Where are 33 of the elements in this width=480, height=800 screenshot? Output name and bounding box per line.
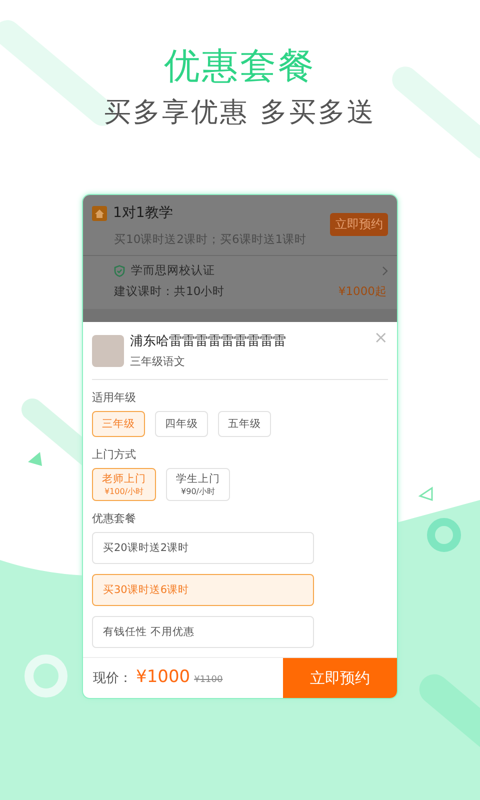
price-label: 现价：: [93, 670, 132, 687]
decorative-triangle: [28, 452, 42, 466]
chevron-icon[interactable]: [382, 266, 388, 276]
package-option[interactable]: 买20课时送2课时: [92, 532, 314, 564]
decorative-ring: [24, 654, 68, 698]
verification-label: 学而思网校认证: [131, 263, 215, 278]
decorative-ring: [427, 518, 461, 552]
section-label: 优惠套餐: [92, 511, 137, 526]
visit-option[interactable]: 学生上门 ¥90/小时: [166, 468, 230, 501]
original-price: ¥1100: [194, 675, 223, 685]
visit-option[interactable]: 老师上门 ¥100/小时: [92, 468, 156, 501]
current-price: ¥1000: [136, 667, 190, 687]
close-button[interactable]: ×: [374, 328, 388, 348]
grade-option[interactable]: 四年级: [155, 411, 208, 437]
suggested-hours: 建议课时：共10小时: [114, 284, 225, 299]
course-title: 1对1教学: [113, 204, 173, 223]
section-label: 适用年级: [92, 390, 137, 405]
house-icon: [92, 206, 107, 220]
section-label: 上门方式: [92, 447, 137, 462]
grade-option[interactable]: 三年级: [92, 411, 145, 437]
decorative-triangle: [418, 486, 433, 502]
shield-icon: [114, 264, 125, 276]
grade-option[interactable]: 五年级: [218, 411, 271, 437]
price-from: ¥1000起: [338, 284, 387, 299]
promo-title: 优惠套餐: [164, 45, 316, 89]
avatar-placeholder: [92, 334, 124, 366]
promo-subtitle: 买多享优惠 多买多送: [104, 96, 376, 130]
package-option[interactable]: 有钱任性 不用优惠: [92, 616, 314, 648]
package-option[interactable]: 买30课时送6课时: [92, 574, 314, 606]
book-now-button[interactable]: 立即预约: [283, 658, 397, 698]
subject-label: 三年级语文: [130, 354, 186, 369]
book-button[interactable]: 立即预约: [330, 213, 388, 236]
teacher-name: 浦东哈雷雷雷雷雷雷雷雷雷: [130, 333, 286, 350]
